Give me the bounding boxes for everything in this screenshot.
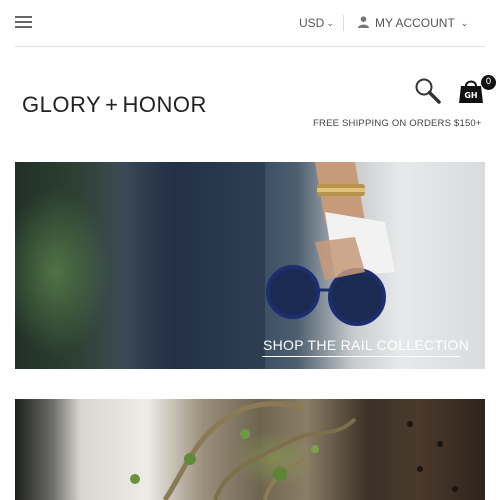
brand-logo[interactable]: GLORY + HONOR [22,92,207,118]
logo-word-honor: HONOR [122,92,207,117]
shipping-notice: FREE SHIPPING ON ORDERS $150+ [313,118,482,129]
banner-rail-collection[interactable]: SHOP THE RAIL COLLECTION [15,162,485,369]
caption-underline [262,356,460,357]
currency-label: USD [299,16,325,30]
banner-second[interactable] [15,399,485,500]
banner-caption: SHOP THE RAIL COLLECTION [263,337,470,353]
logo-mark: + [105,92,119,117]
menu-icon[interactable] [15,16,33,30]
user-icon [358,16,369,28]
cart-count-badge: 0 [481,75,496,90]
search-icon[interactable] [414,77,442,105]
my-account-menu[interactable]: MY ACCOUNT ⌄ [358,16,468,30]
banner-photo-branches [130,401,458,500]
cart-badge-text: GH [464,91,477,100]
chevron-down-icon: ⌄ [326,18,334,28]
header-divider [343,15,344,31]
chevron-down-icon: ⌄ [460,18,469,28]
logo-word-glory: GLORY [22,92,102,117]
my-account-label: MY ACCOUNT [375,16,455,30]
currency-selector[interactable]: USD ⌄ [299,16,334,30]
banner-jacket-shape [115,162,265,369]
